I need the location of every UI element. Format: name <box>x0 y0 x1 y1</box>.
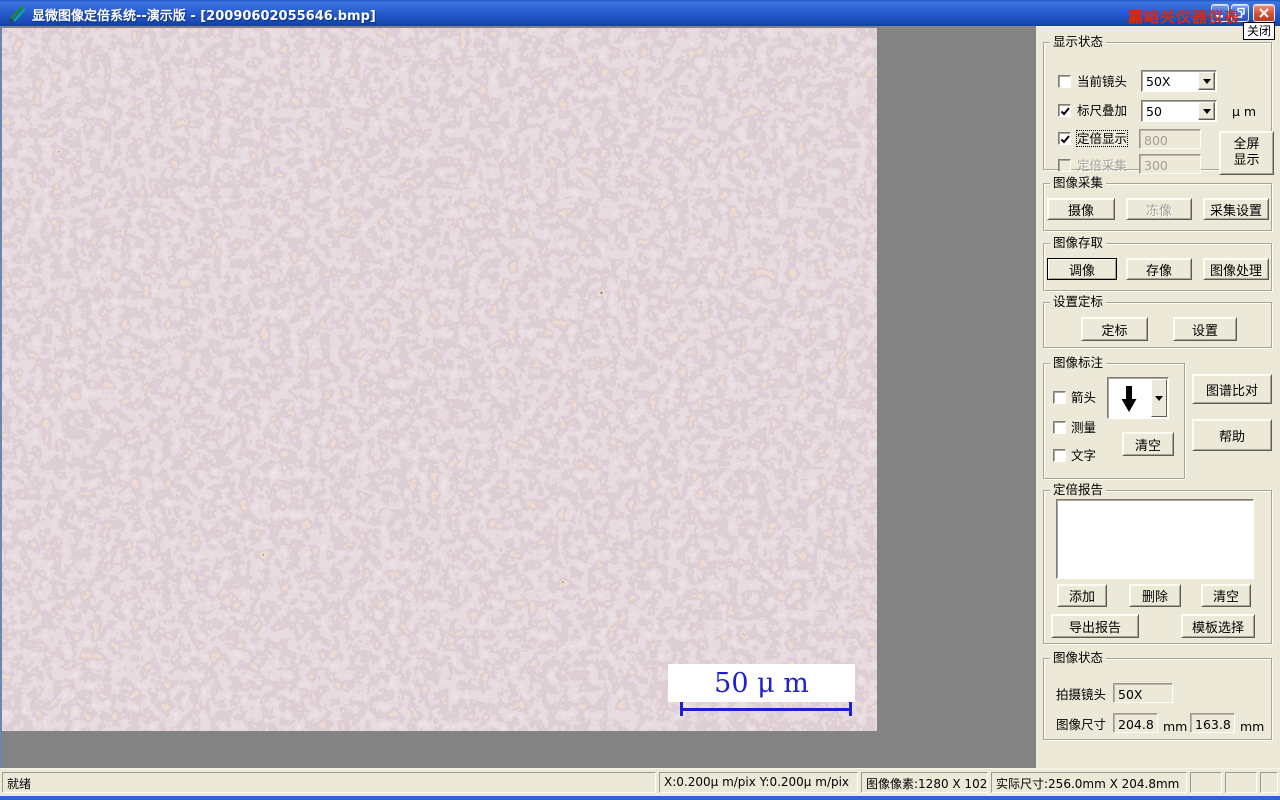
arrow-style-combobox[interactable] <box>1107 377 1169 419</box>
checkbox-label-measure: 测量 <box>1071 420 1097 435</box>
status-empty-panel <box>1190 772 1222 793</box>
height-unit-label: mm <box>1240 719 1265 734</box>
micrograph-image[interactable]: 50 μ m <box>2 28 877 731</box>
groupbox-calibration: 设置定标 定标 设置 <box>1043 295 1272 348</box>
ruler-value-combobox[interactable]: 50 <box>1141 100 1217 122</box>
checkbox-label-arrow: 箭头 <box>1071 390 1097 405</box>
minimize-button[interactable] <box>1211 4 1229 22</box>
restore-button[interactable] <box>1231 4 1249 22</box>
chevron-down-icon[interactable] <box>1151 379 1167 417</box>
scalebar-label: 50 μ m <box>714 667 809 699</box>
control-panel: 显示状态 当前镜头 50X 标尺叠加 50 μ m 定倍显示 800 定倍采集 … <box>1036 26 1280 768</box>
checkbox-fixed-capture <box>1058 159 1071 172</box>
report-clear-button[interactable]: 清空 <box>1201 584 1251 607</box>
report-listbox[interactable] <box>1056 499 1254 579</box>
checkbox-measure[interactable] <box>1053 421 1066 434</box>
template-select-button[interactable]: 模板选择 <box>1181 614 1255 638</box>
groupbox-title: 图像状态 <box>1050 651 1107 665</box>
checkbox-label-current-lens: 当前镜头 <box>1077 74 1128 89</box>
checkbox-fixed-display[interactable] <box>1058 132 1071 145</box>
groupbox-title: 定倍报告 <box>1050 483 1107 497</box>
status-actual-size: 实际尺寸:256.0mm X 204.8mm <box>991 772 1187 793</box>
groupbox-annotation: 图像标注 箭头 测量 清空 文字 <box>1043 356 1185 479</box>
scalebar-overlay: 50 μ m <box>668 664 855 702</box>
groupbox-title: 显示状态 <box>1050 35 1107 49</box>
groupbox-title: 图像采集 <box>1050 176 1107 190</box>
image-size-label: 图像尺寸 <box>1056 717 1107 732</box>
groupbox-title: 图像存取 <box>1050 236 1107 250</box>
status-bar: 就绪 X:0.200μ m/pix Y:0.200μ m/pix 图像像素:12… <box>0 768 1280 796</box>
annotation-clear-button[interactable]: 清空 <box>1122 432 1174 456</box>
checkbox-ruler-overlay[interactable] <box>1058 104 1071 117</box>
report-delete-button[interactable]: 删除 <box>1129 584 1181 607</box>
checkbox-label-fixed-capture: 定倍采集 <box>1077 158 1128 173</box>
checkbox-arrow[interactable] <box>1053 391 1066 404</box>
fixed-display-input: 800 <box>1139 129 1201 149</box>
capture-settings-button[interactable]: 采集设置 <box>1203 198 1269 220</box>
image-width-field: 204.8 <box>1113 713 1158 733</box>
shoot-lens-field: 50X <box>1113 683 1173 703</box>
export-report-button[interactable]: 导出报告 <box>1051 614 1139 638</box>
atlas-compare-button[interactable]: 图谱比对 <box>1192 374 1272 404</box>
image-height-field: 163.8 <box>1190 713 1235 733</box>
status-ready: 就绪 <box>2 772 656 793</box>
app-icon <box>9 6 26 22</box>
checkbox-current-lens[interactable] <box>1058 75 1071 88</box>
calibrate-button[interactable]: 定标 <box>1081 317 1148 341</box>
groupbox-storage: 图像存取 调像 存像 图像处理 <box>1043 236 1272 291</box>
close-tooltip: 关闭 <box>1243 22 1276 40</box>
scalebar-tick-left <box>680 702 683 716</box>
width-unit-label: mm <box>1163 719 1188 734</box>
groupbox-image-status: 图像状态 拍摄镜头 50X 图像尺寸 204.8 mm 163.8 mm <box>1043 651 1272 740</box>
chevron-down-icon[interactable] <box>1198 72 1215 90</box>
window-border-bottom <box>0 796 1280 800</box>
report-add-button[interactable]: 添加 <box>1057 584 1107 607</box>
help-button[interactable]: 帮助 <box>1192 419 1272 451</box>
fullscreen-button[interactable]: 全屏 显示 <box>1219 131 1274 175</box>
load-image-button[interactable]: 调像 <box>1047 258 1117 280</box>
freeze-button: 冻像 <box>1126 198 1192 220</box>
save-image-button[interactable]: 存像 <box>1126 258 1192 280</box>
scalebar-tick-right <box>849 702 852 716</box>
scalebar-line <box>680 708 852 711</box>
image-process-button[interactable]: 图像处理 <box>1203 258 1269 280</box>
checkbox-label-ruler-overlay: 标尺叠加 <box>1077 103 1128 118</box>
checkbox-text[interactable] <box>1053 449 1066 462</box>
chevron-down-icon[interactable] <box>1198 102 1215 120</box>
status-pixel-scale: X:0.200μ m/pix Y:0.200μ m/pix <box>659 772 858 793</box>
status-image-pixels: 图像像素:1280 X 1024 <box>861 772 988 793</box>
status-empty-panel <box>1260 772 1278 793</box>
down-arrow-icon <box>1121 386 1137 412</box>
fixed-capture-input: 300 <box>1139 154 1201 174</box>
window-title: 显微图像定倍系统--演示版 - [20090602055646.bmp] <box>32 9 376 24</box>
title-bar: 显微图像定倍系统--演示版 - [20090602055646.bmp] 嘉峪关… <box>0 0 1280 26</box>
close-button[interactable] <box>1253 4 1275 22</box>
checkbox-label-fixed-display: 定倍显示 <box>1075 130 1129 147</box>
lens-combobox[interactable]: 50X <box>1141 70 1217 92</box>
groupbox-title: 设置定标 <box>1050 295 1107 309</box>
checkbox-label-text: 文字 <box>1071 448 1097 463</box>
groupbox-title: 图像标注 <box>1050 356 1107 370</box>
calibration-settings-button[interactable]: 设置 <box>1173 317 1237 341</box>
shoot-lens-label: 拍摄镜头 <box>1056 687 1107 702</box>
groupbox-report: 定倍报告 添加 删除 清空 导出报告 模板选择 <box>1043 483 1272 644</box>
shoot-button[interactable]: 摄像 <box>1047 198 1115 220</box>
status-empty-panel <box>1225 772 1257 793</box>
image-stage: 50 μ m <box>2 26 1036 768</box>
groupbox-capture: 图像采集 摄像 冻像 采集设置 <box>1043 176 1272 231</box>
ruler-unit-label: μ m <box>1232 104 1257 119</box>
groupbox-display-status: 显示状态 当前镜头 50X 标尺叠加 50 μ m 定倍显示 800 定倍采集 … <box>1043 35 1274 175</box>
